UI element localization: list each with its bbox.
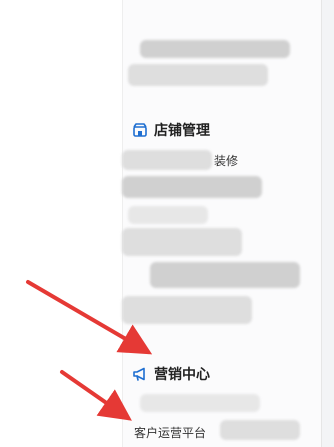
left-blank-area [0, 0, 122, 447]
sidebar-item-customer-operation-platform[interactable]: 客户运营平台 [134, 424, 206, 441]
section-store-management[interactable]: 店铺管理 [132, 120, 210, 140]
blurred-item [220, 420, 300, 440]
blurred-item [122, 228, 242, 256]
sidebar-item-decoration[interactable]: 装修 [214, 152, 238, 169]
blurred-item [122, 150, 212, 170]
section-title: 店铺管理 [154, 123, 210, 139]
blurred-item [122, 176, 262, 198]
section-marketing-center[interactable]: 营销中心 [132, 364, 210, 384]
blurred-item [128, 206, 208, 224]
blurred-item [128, 64, 268, 86]
blurred-item [140, 394, 260, 412]
content-edge [321, 0, 334, 447]
megaphone-icon [132, 366, 148, 382]
blurred-item [150, 262, 300, 288]
store-icon [132, 122, 148, 138]
section-title: 营销中心 [154, 367, 210, 383]
blurred-item [122, 296, 252, 324]
blurred-item [140, 40, 290, 58]
